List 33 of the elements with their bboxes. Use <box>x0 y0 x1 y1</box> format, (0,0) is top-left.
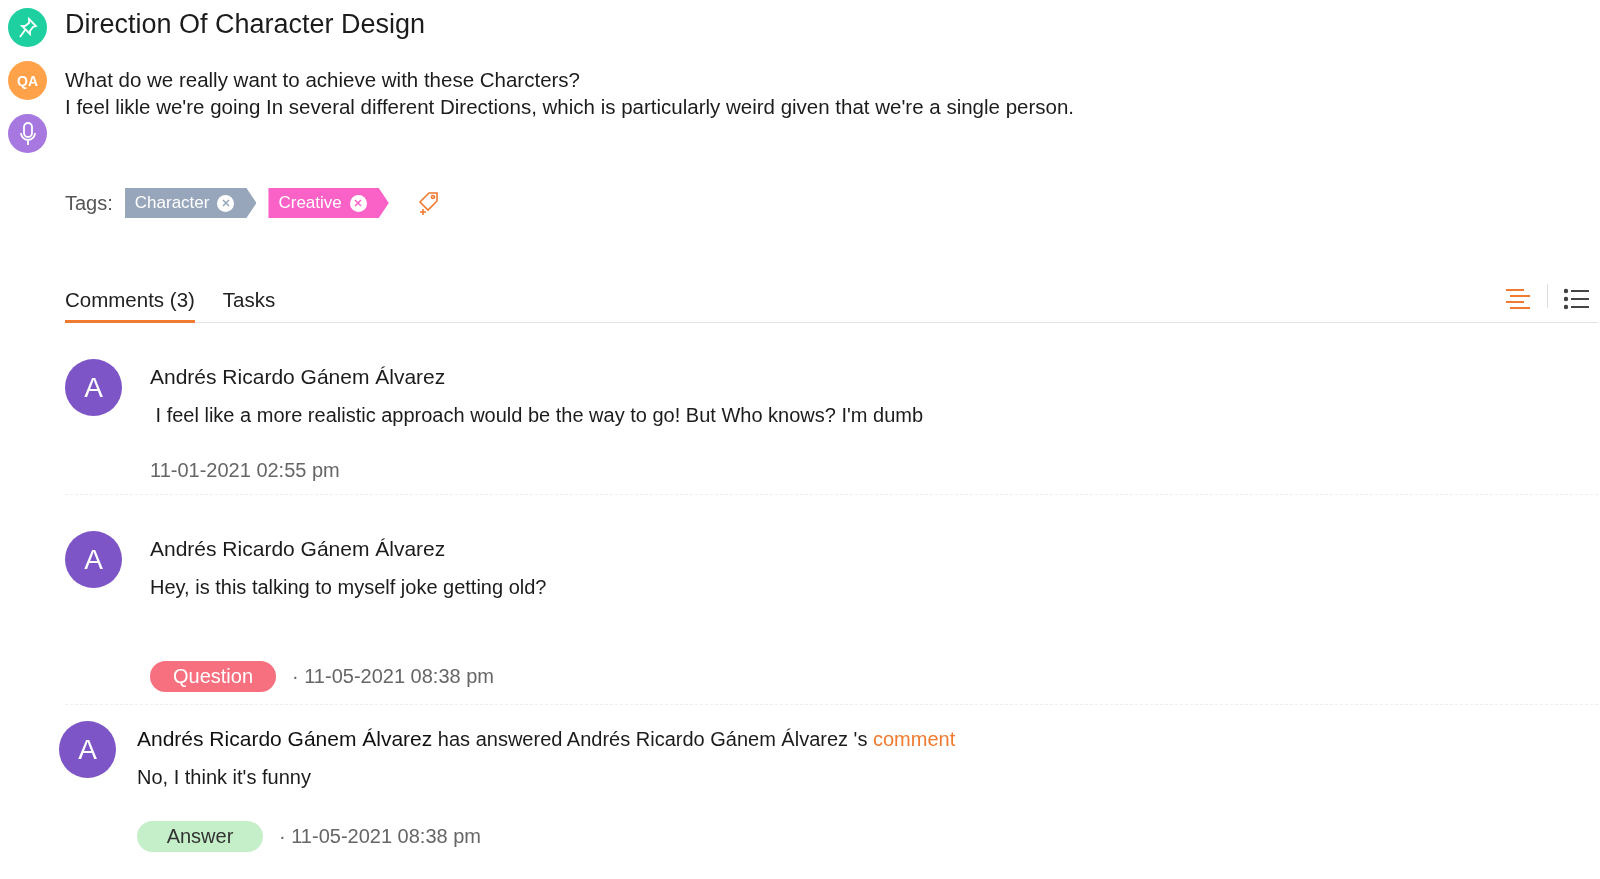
description-text: What do we really want to achieve with these Charcters? <box>65 67 582 93</box>
avatar: A <box>65 531 122 588</box>
qa-badge[interactable]: QA <box>8 61 47 100</box>
description-text: I feel likle we're going In several different Directions, which is particularly weird given that we're a single person. <box>65 94 1075 120</box>
avatar: A <box>65 359 122 416</box>
mic-badge[interactable] <box>8 114 47 153</box>
remove-icon[interactable] <box>349 194 367 212</box>
pin-icon <box>17 16 38 39</box>
author-name: Andrés Ricardo Gánem Álvarez <box>150 536 447 562</box>
answer-badge: Answer <box>137 821 263 852</box>
comment-text: I feel like a more realistic approach would be the way to go! But Who knows? I'm dumb <box>154 403 925 428</box>
comment-link[interactable]: comment <box>873 728 956 750</box>
comment-text: Hey, is this talking to myself joke getting old? <box>150 575 548 600</box>
comment-date: 11-01-2021 02:55 pm <box>150 459 340 482</box>
page-title: Direction Of Character Design <box>65 8 427 41</box>
author-name: Andrés Ricardo Gánem Álvarez <box>150 364 447 390</box>
question-badge: Question <box>150 661 276 692</box>
pin-badge[interactable] <box>8 8 47 47</box>
reply-header: Andrés Ricardo Gánem Álvarez has answered Andrés Ricardo Gánem Álvarez 's comment <box>137 726 957 752</box>
tab[interactable]: Tasks <box>222 288 276 323</box>
tags-label: Tags: <box>65 191 113 215</box>
tag[interactable]: Character <box>124 188 257 218</box>
align-icon[interactable] <box>1505 288 1531 310</box>
comment-text: No, I think it's funny <box>137 765 312 790</box>
tag[interactable]: Creative <box>268 188 389 218</box>
microphone-icon <box>18 121 37 146</box>
tab[interactable]: Comments (3) <box>65 288 195 323</box>
remove-icon[interactable] <box>217 194 235 212</box>
qa-label: QA <box>17 72 38 89</box>
avatar: A <box>59 721 116 778</box>
comment-date: · 11-05-2021 08:38 pm <box>292 665 494 688</box>
list-icon[interactable] <box>1564 288 1590 310</box>
comment-date: · 11-05-2021 08:38 pm <box>279 825 481 848</box>
